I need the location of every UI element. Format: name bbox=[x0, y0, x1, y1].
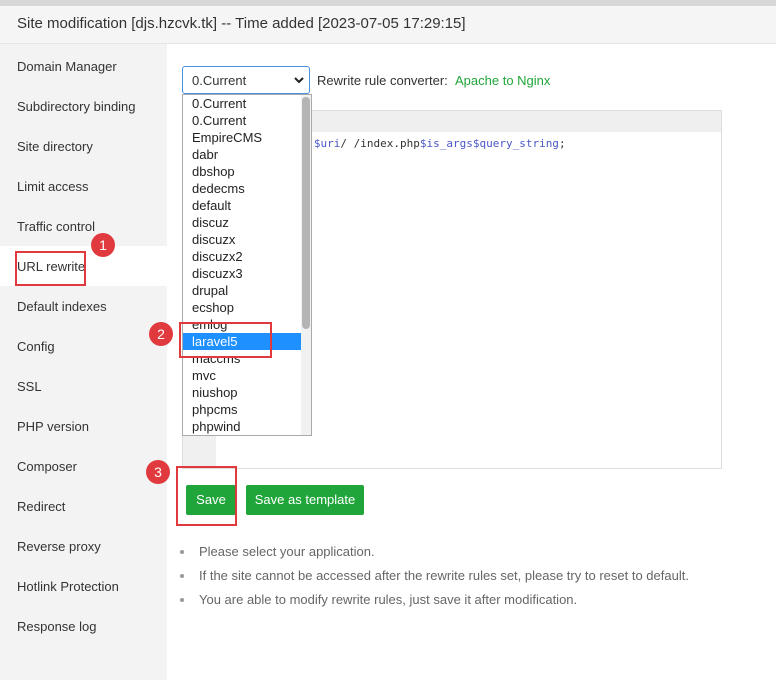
save-as-template-button[interactable]: Save as template bbox=[246, 485, 364, 515]
dropdown-option[interactable]: niushop bbox=[183, 384, 301, 401]
sidebar: Domain Manager Subdirectory binding Site… bbox=[0, 44, 167, 680]
sidebar-item-site-directory[interactable]: Site directory bbox=[0, 126, 167, 166]
sidebar-item-label: SSL bbox=[17, 379, 42, 394]
annotation-box-laravel5 bbox=[179, 322, 272, 358]
sidebar-item-php-version[interactable]: PHP version bbox=[0, 406, 167, 446]
dropdown-option[interactable]: discuzx3 bbox=[183, 265, 301, 282]
sidebar-item-label: Hotlink Protection bbox=[17, 579, 119, 594]
dropdown-option[interactable]: EmpireCMS bbox=[183, 129, 301, 146]
sidebar-item-label: Redirect bbox=[17, 499, 66, 514]
dropdown-option[interactable]: default bbox=[183, 197, 301, 214]
sidebar-item-default-indexes[interactable]: Default indexes bbox=[0, 286, 167, 326]
sidebar-item-label: Traffic control bbox=[17, 219, 96, 234]
sidebar-item-hotlink-protection[interactable]: Hotlink Protection bbox=[0, 566, 167, 606]
dialog-title: Site modification [djs.hzcvk.tk] -- Time… bbox=[17, 15, 466, 32]
dropdown-option[interactable]: mvc bbox=[183, 367, 301, 384]
sidebar-item-label: Config bbox=[17, 339, 55, 354]
dropdown-option[interactable]: dedecms bbox=[183, 180, 301, 197]
rewrite-template-select[interactable]: 0.Current bbox=[182, 66, 310, 94]
apache-to-nginx-link[interactable]: Apache to Nginx bbox=[455, 73, 550, 88]
sidebar-item-label: Default indexes bbox=[17, 299, 107, 314]
sidebar-item-traffic-control[interactable]: Traffic control bbox=[0, 206, 167, 246]
sidebar-item-redirect[interactable]: Redirect bbox=[0, 486, 167, 526]
select-value: 0.Current bbox=[192, 73, 247, 88]
sidebar-item-response-log[interactable]: Response log bbox=[0, 606, 167, 646]
dropdown-option[interactable]: discuz bbox=[183, 214, 301, 231]
dropdown-option[interactable]: phpcms bbox=[183, 401, 301, 418]
dialog-titlebar: Site modification [djs.hzcvk.tk] -- Time… bbox=[0, 6, 776, 44]
sidebar-item-label: Site directory bbox=[17, 139, 93, 154]
dropdown-option[interactable]: phpwind bbox=[183, 418, 301, 435]
dropdown-option[interactable]: dbshop bbox=[183, 163, 301, 180]
editor-code-line: ri $uri/ /index.php$is_args$query_string… bbox=[294, 137, 566, 150]
sidebar-item-composer[interactable]: Composer bbox=[0, 446, 167, 486]
dropdown-option[interactable]: dabr bbox=[183, 146, 301, 163]
sidebar-item-config[interactable]: Config bbox=[0, 326, 167, 366]
annotation-badge-1: 1 bbox=[91, 233, 115, 257]
sidebar-item-ssl[interactable]: SSL bbox=[0, 366, 167, 406]
sidebar-item-subdirectory-binding[interactable]: Subdirectory binding bbox=[0, 86, 167, 126]
sidebar-item-domain-manager[interactable]: Domain Manager bbox=[0, 46, 167, 86]
annotation-box-url-rewrite bbox=[15, 251, 86, 286]
sidebar-item-label: Composer bbox=[17, 459, 77, 474]
annotation-badge-3: 3 bbox=[146, 460, 170, 484]
sidebar-item-label: Response log bbox=[17, 619, 97, 634]
converter-label: Rewrite rule converter: bbox=[317, 73, 448, 88]
dropdown-option[interactable]: 0.Current bbox=[183, 112, 301, 129]
annotation-box-save bbox=[176, 466, 237, 526]
sidebar-item-reverse-proxy[interactable]: Reverse proxy bbox=[0, 526, 167, 566]
sidebar-item-label: Subdirectory binding bbox=[17, 99, 136, 114]
dropdown-option[interactable]: drupal bbox=[183, 282, 301, 299]
sidebar-item-label: Domain Manager bbox=[17, 59, 117, 74]
dropdown-option[interactable]: 0.Current bbox=[183, 95, 301, 112]
rewrite-template-dropdown[interactable]: 0.Current 0.Current EmpireCMS dabr dbsho… bbox=[182, 94, 312, 436]
dropdown-option[interactable]: discuzx2 bbox=[183, 248, 301, 265]
chevron-down-icon bbox=[294, 77, 304, 84]
annotation-badge-2: 2 bbox=[149, 322, 173, 346]
sidebar-item-label: Limit access bbox=[17, 179, 89, 194]
sidebar-item-label: PHP version bbox=[17, 419, 90, 434]
dropdown-scrollbar-thumb[interactable] bbox=[302, 97, 310, 329]
dropdown-option[interactable]: ecshop bbox=[183, 299, 301, 316]
sidebar-item-label: Reverse proxy bbox=[17, 539, 101, 554]
dropdown-option[interactable]: discuzx bbox=[183, 231, 301, 248]
sidebar-item-limit-access[interactable]: Limit access bbox=[0, 166, 167, 206]
